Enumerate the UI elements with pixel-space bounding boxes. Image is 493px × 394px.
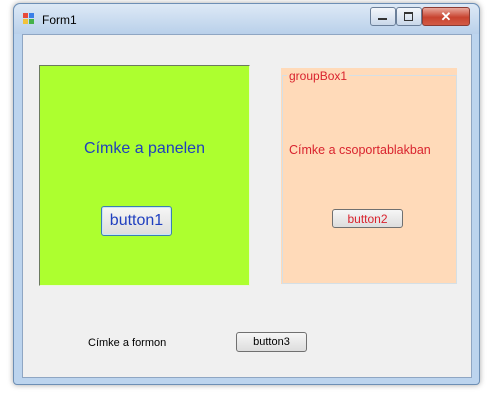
title-bar[interactable]: Form1 ✕ [14, 4, 479, 34]
group-box-frame [282, 75, 457, 284]
minimize-button[interactable] [370, 7, 396, 26]
form-label: Címke a formon [88, 337, 167, 349]
window-title: Form1 [42, 13, 77, 27]
close-icon: ✕ [440, 9, 452, 24]
group-box-label: Címke a csoportablakban [289, 143, 431, 157]
group-box: groupBox1 Címke a csoportablakban button… [281, 68, 457, 284]
panel: Címke a panelen button1 [39, 65, 250, 286]
form1-window: Form1 ✕ Címke a panelen button1 groupBox… [13, 3, 480, 385]
app-icon [23, 13, 35, 25]
form-client-area: Címke a panelen button1 groupBox1 Címke … [22, 34, 472, 378]
minimize-icon [378, 18, 387, 20]
group-box-title: groupBox1 [287, 69, 350, 83]
button1[interactable]: button1 [101, 206, 172, 236]
maximize-icon [404, 12, 413, 21]
button2[interactable]: button2 [332, 209, 403, 228]
button3[interactable]: button3 [236, 332, 307, 352]
close-button[interactable]: ✕ [422, 7, 470, 26]
panel-label: Címke a panelen [84, 140, 205, 157]
maximize-button[interactable] [396, 7, 422, 26]
